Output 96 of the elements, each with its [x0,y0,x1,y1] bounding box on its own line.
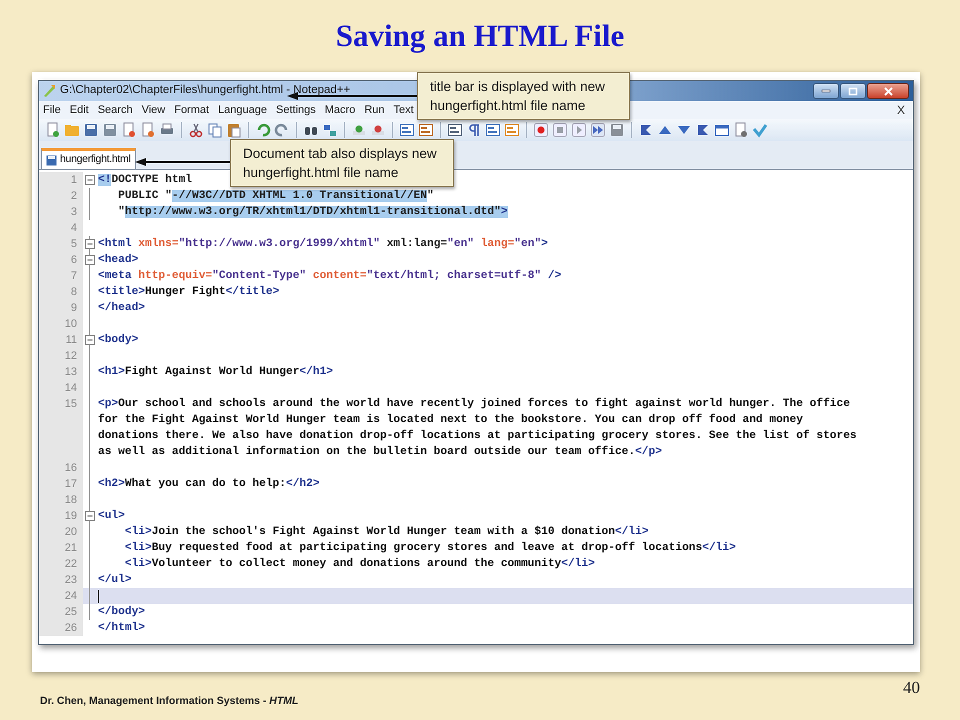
collapse-icon[interactable] [85,511,95,521]
collapse-icon[interactable] [85,175,95,185]
menu-item[interactable]: Language [218,102,268,118]
pages-icon[interactable] [140,122,156,138]
line-number: 22 [64,557,77,572]
check-icon[interactable] [752,122,768,138]
close-document-button[interactable]: X [896,101,905,119]
menu-item[interactable]: Format [174,102,210,118]
code-line: PUBLIC "-//W3C//DTD XHTML 1.0 Transitional//EN" [117,188,434,204]
line-number: 17 [64,477,77,492]
line-number: 10 [64,317,77,332]
callout: title bar is displayed with new hungerfight.html file name [417,72,630,120]
page-icon[interactable] [121,122,137,138]
line-number: 1 [70,173,77,188]
line-number: 16 [64,461,77,476]
code-line: <li>Join the school's Fight Against World Hunger team with a $10 donation</li> [124,524,649,540]
scissors-icon[interactable] [188,122,204,138]
line-number: 25 [64,605,77,620]
code-line: as well as additional information on the bulletin board outside our team office.</p> [98,444,663,460]
line-number: 20 [64,525,77,540]
code-line: <body> [98,332,138,348]
window-title: G:\Chapter02\ChapterFiles\hungerfight.html - Notepad++ [60,83,350,98]
line-number: 11 [66,333,77,348]
page-icon[interactable] [733,122,749,138]
menu-item[interactable]: Edit [70,102,89,118]
line-number: 2 [70,189,77,204]
line-number: 21 [64,541,77,556]
menu-item[interactable]: View [142,102,166,118]
minimize-icon [821,89,831,93]
menu-item[interactable]: Run [364,102,385,118]
collapse-icon[interactable] [85,255,95,265]
new-page-icon[interactable] [45,122,61,138]
menu-item[interactable]: File [43,102,61,118]
code-line: <head> [98,252,138,268]
line-number: 13 [64,365,77,380]
line-number: 5 [70,237,77,252]
minimize-button[interactable] [813,83,839,99]
close-icon [884,86,892,96]
line-number: 12 [64,349,77,364]
close-button[interactable] [867,83,909,99]
code-editor[interactable] [39,169,913,644]
line-number: 3 [70,205,77,220]
slide-title: Saving an HTML File [336,16,624,55]
line-number: 9 [70,301,77,316]
fast-forward-icon[interactable] [590,122,606,138]
callout: Document tab also displays new hungerfight.html file name [230,139,454,187]
line-number: 24 [64,589,77,604]
line-number: 23 [64,573,77,588]
pilcrow-icon[interactable] [466,122,482,138]
code-line: <h1>Fight Against World Hunger</h1> [98,364,333,380]
restore-icon [848,86,858,96]
code-line: "http://www.w3.org/TR/xhtml1/DTD/xhtml1-transitional.dtd"> [117,204,508,220]
line-number: 4 [70,221,77,236]
menu-item[interactable]: Text [394,102,414,118]
line-number: 7 [70,269,77,284]
code-line: </body> [98,604,145,620]
copy-icon[interactable] [207,122,223,138]
code-line: <title>Hunger Fight</title> [98,284,280,300]
record-icon[interactable] [533,122,549,138]
document-tab[interactable]: hungerfight.html [41,148,136,169]
line-number: 26 [64,621,77,636]
window-icon[interactable] [714,122,730,138]
code-line: </html> [98,620,145,636]
line-number: 19 [64,509,77,524]
code-line: <li>Buy requested food at participating grocery stores and leave at drop-off locations</li> [124,540,736,556]
code-line: </ul> [98,572,132,588]
maximize-button[interactable] [840,83,866,99]
code-line: <meta http-equiv="Content-Type" content="text/html; charset=utf-8" /> [98,268,562,284]
clipboard-icon[interactable] [226,122,242,138]
save-macro-icon[interactable] [609,122,625,138]
line-number: 8 [70,285,77,300]
line-number: 14 [64,381,77,396]
code-line: donations there. We also have donation drop-off locations at participating grocery stores. See the list of stores [98,428,857,444]
menu-item[interactable]: Macro [324,102,356,118]
stop-icon[interactable] [552,122,568,138]
code-line: <!DOCTYPE html [98,172,192,188]
collapse-icon[interactable] [85,335,95,345]
play-icon[interactable] [571,122,587,138]
code-line: <li>Volunteer to collect money and donations around the community</li> [124,556,595,572]
menu-item[interactable]: Settings [276,102,316,118]
line-number: 18 [64,493,77,508]
app-logo-icon [42,84,56,98]
slide-footer: Dr. Chen, Management Information Systems - HTML [40,694,298,710]
menu-item[interactable]: Search [98,102,133,118]
page-number: 40 [903,676,920,698]
text-cursor [98,590,99,602]
code-line: </head> [98,300,145,316]
line-number: 15 [64,397,77,412]
code-line: <p>Our school and schools around the world have recently joined forces to fight against world hunger. The office [98,396,851,412]
collapse-icon[interactable] [85,239,95,249]
code-line: <html xmlns="http://www.w3.org/1999/xhtml" xml:lang="en" lang="en"> [98,236,548,252]
code-line: <ul> [98,508,125,524]
floppy-disks-icon[interactable] [102,122,118,138]
code-line: for the Fight Against World Hunger team is located next to the bookstore. You can drop off food and money [98,412,804,428]
line-number: 6 [70,253,77,268]
code-line: <h2>What you can do to help:</h2> [98,476,320,492]
